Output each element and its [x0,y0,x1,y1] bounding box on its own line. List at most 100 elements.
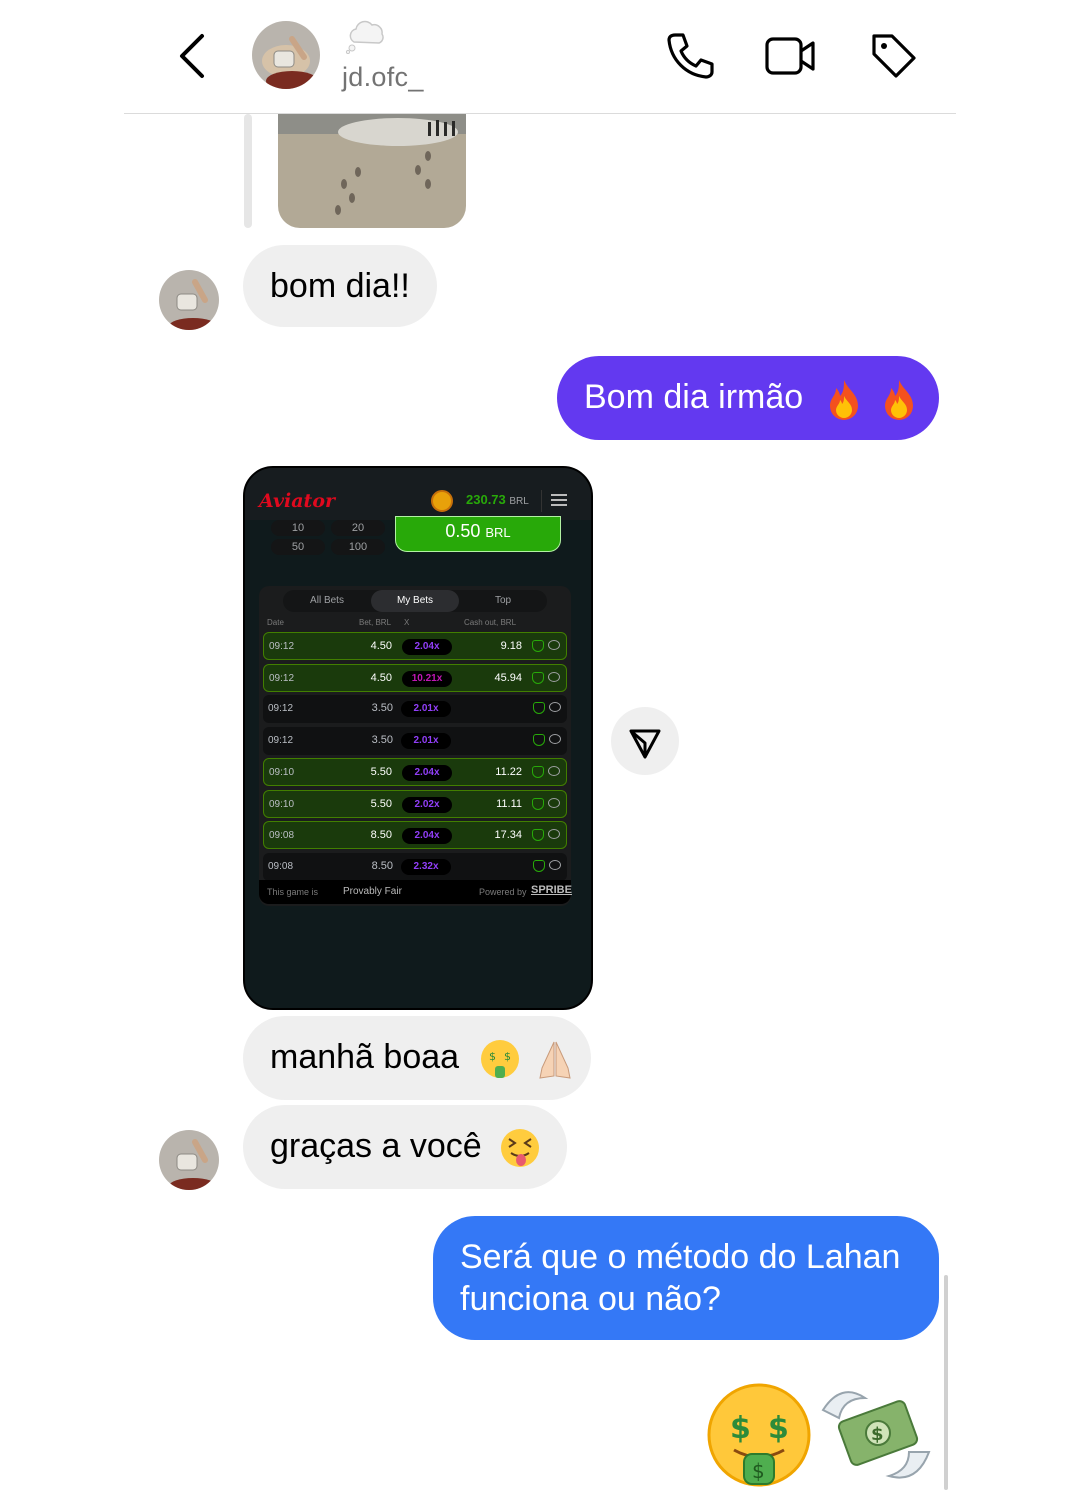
bet-time: 09:10 [269,798,295,810]
video-call-icon[interactable] [764,30,816,82]
bet-row: 09:12 4.50 2.04x 9.18 [263,632,567,660]
bet-amount: 5.50 [370,797,392,810]
svg-text:$: $ [752,1459,765,1483]
game-screenshot[interactable]: Aviator 230.73 BRL 10 20 50 100 0.50 BRL… [243,466,593,1010]
svg-text:$: $ [768,1411,789,1446]
scrollbar[interactable] [944,1275,948,1490]
multiplier-badge: 2.01x [401,701,451,717]
bet-amount: 8.50 [370,829,392,841]
multiplier-badge: 2.04x [402,765,452,781]
quick-amount: 100 [331,539,385,555]
cashout-amount: 11.22 [495,766,522,778]
multiplier-badge: 2.04x [402,639,452,655]
bet-amount: 5.50 [370,766,392,778]
multiplier-badge: 2.01x [401,732,451,749]
chat-icon [548,766,560,776]
bet-amount: 4.50 [370,640,392,652]
shield-icon [532,671,544,684]
tab-all-bets: All Bets [310,595,344,606]
shield-icon [532,766,544,778]
bet-button: 0.50 BRL [395,516,561,552]
bet-time: 09:10 [269,767,295,778]
fire-emoji-icon [829,380,858,421]
bet-row: 09:08 8.50 2.32x [263,852,567,881]
chat-icon [549,702,561,712]
chat-icon [548,640,560,650]
contact-username[interactable]: jd.ofc_ [342,62,424,93]
message-bubble-incoming[interactable]: manhã boaa $ $ [243,1016,591,1101]
cashout-amount: 17.34 [494,829,522,841]
message-text: Bom dia irmão [584,378,804,416]
shield-icon [533,733,545,746]
bet-time: 09:08 [269,830,295,841]
cashout-amount: 11.11 [496,797,522,810]
chat-header: jd.ofc_ [124,0,956,114]
game-logo: Aviator [259,490,335,512]
message-bubble-incoming[interactable]: graças a você [243,1105,567,1190]
chat-icon [548,797,560,808]
message-text: graças a você [270,1127,482,1165]
bet-amount: 3.50 [371,702,393,714]
bet-amount: 4.50 [370,671,392,684]
col-date: Date [267,618,284,627]
shield-icon [532,640,544,652]
message-bubble-incoming[interactable]: bom dia!! [243,245,437,327]
chat-icon [549,733,561,744]
back-arrow-icon[interactable] [176,32,210,80]
game-footer: This game is Provably Fair Powered by SP… [259,880,572,904]
money-with-wings-icon[interactable]: $ [821,1380,931,1490]
svg-text:$: $ [504,1050,511,1063]
svg-text:$: $ [871,1424,884,1445]
money-mouth-face-icon: $ $ [480,1040,519,1079]
shield-icon [532,797,544,810]
quick-amount: 10 [271,520,325,536]
folded-hands-icon [539,1041,571,1079]
footer-text: This game is [267,887,319,897]
chat-icon [549,859,561,870]
message-bubble-outgoing[interactable]: Será que o método do Lahan funciona ou n… [433,1216,939,1340]
fire-emoji-icon [885,380,914,421]
tag-icon[interactable] [868,30,920,82]
col-cashout: Cash out, BRL [464,618,517,627]
bet-row: 09:12 3.50 2.01x [263,695,567,723]
note-cloud-icon[interactable] [344,18,388,54]
bet-time: 09:12 [269,672,295,684]
message-text: bom dia!! [270,267,410,305]
coin-icon [431,490,453,512]
sender-avatar[interactable] [159,1130,219,1190]
tab-top: Top [494,595,512,606]
bets-panel: All Bets My Bets Top Date Bet, BRL X Cas… [259,586,571,906]
bet-row: 09:12 4.50 10.21x 45.94 [263,663,567,692]
message-text: Será que o método do Lahan funciona ou n… [460,1238,901,1318]
bet-amount: 8.50 [371,859,393,872]
squinting-tongue-face-icon [501,1129,540,1168]
col-bet: Bet, BRL [359,618,392,627]
sender-avatar[interactable] [159,270,219,330]
share-button[interactable] [611,707,679,775]
bet-time: 09:08 [268,860,294,872]
shield-icon [532,829,544,841]
multiplier-badge: 2.04x [402,828,452,844]
audio-call-icon[interactable] [662,30,714,82]
cashout-amount: 45.94 [494,671,522,684]
multiplier-badge: 2.02x [402,796,452,813]
dm-thread: jd.ofc_ bom dia!! Bom dia irmão Aviator … [124,0,956,1500]
chat-icon [548,671,560,682]
send-icon [629,729,661,759]
provably-fair-label: Provably Fair [343,886,402,897]
bet-amount: 3.50 [371,733,393,746]
svg-text:$: $ [730,1411,751,1446]
footer-text: Powered by [479,887,527,897]
bet-row: 09:10 5.50 2.04x 11.22 [263,758,567,786]
bet-time: 09:12 [268,703,294,714]
bet-row: 09:08 8.50 2.04x 17.34 [263,821,567,849]
divider [541,490,542,512]
money-mouth-face-icon[interactable]: $ $ $ [704,1380,814,1490]
contact-avatar[interactable] [252,21,320,89]
quick-amount: 20 [331,520,385,536]
multiplier-badge: 2.32x [401,858,451,875]
shared-photo[interactable] [278,114,466,228]
game-balance: 230.73 BRL [466,492,529,507]
message-bubble-outgoing[interactable]: Bom dia irmão [557,356,939,441]
col-x: X [404,618,410,627]
